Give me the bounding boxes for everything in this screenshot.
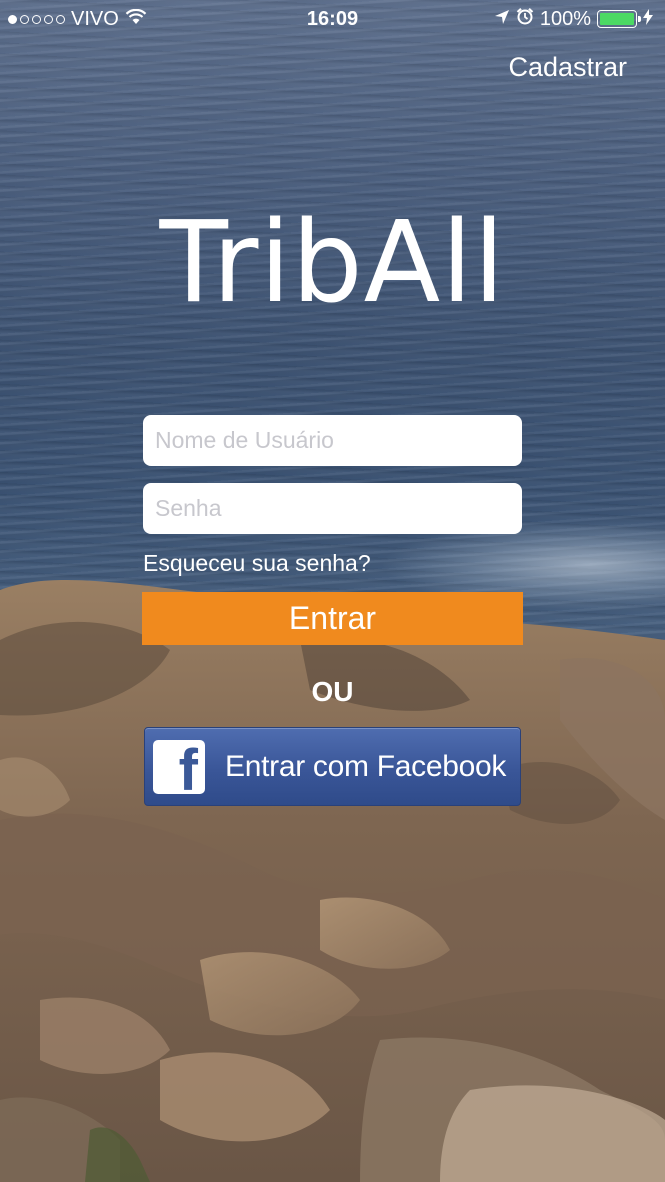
register-link[interactable]: Cadastrar [508, 52, 627, 83]
status-bar-right: 100% [494, 7, 653, 31]
charging-bolt-icon [643, 8, 653, 31]
app-logo: TribAll [159, 198, 506, 328]
battery-level [600, 13, 634, 25]
signal-strength-icon [8, 14, 65, 24]
background-image [0, 0, 665, 1182]
rocks-background [0, 0, 665, 1182]
alarm-clock-icon [516, 7, 534, 31]
signal-dot [56, 14, 65, 24]
facebook-login-button[interactable]: f Entrar com Facebook [144, 727, 521, 806]
signal-dot [44, 14, 53, 24]
login-button[interactable]: Entrar [142, 592, 523, 645]
carrier-name: VIVO [71, 7, 119, 30]
signal-dot [32, 14, 41, 24]
location-arrow-icon [494, 8, 510, 31]
facebook-glyph: f [178, 739, 198, 794]
signal-dot [20, 14, 29, 24]
status-bar-left: VIVO [8, 8, 147, 31]
battery-icon [597, 10, 641, 28]
status-bar: VIVO 16:09 100% [0, 0, 665, 38]
password-input[interactable] [143, 483, 522, 534]
signal-dot [8, 14, 17, 24]
facebook-login-label: Entrar com Facebook [225, 749, 507, 783]
or-separator: OU [311, 676, 354, 707]
battery-percentage: 100% [539, 7, 591, 30]
facebook-icon: f [153, 739, 205, 794]
username-input[interactable] [143, 415, 522, 466]
forgot-password-link[interactable]: Esqueceu sua senha? [143, 550, 371, 577]
wifi-icon [125, 8, 147, 31]
